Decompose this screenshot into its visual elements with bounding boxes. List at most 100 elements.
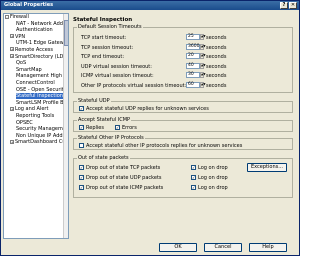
tree-item-label: Reporting Tools [16, 112, 55, 119]
icmp-replies-label: Replies [86, 125, 104, 131]
timeout-unit: seconds [206, 82, 227, 89]
log-on-drop-checkbox[interactable]: ✓ [191, 185, 196, 190]
category-tree[interactable]: - Firewall NAT - Network Address Authentica… [3, 13, 69, 239]
timeout-unit: seconds [206, 63, 227, 70]
tree-item[interactable]: NAT - Network Address [4, 21, 68, 28]
window-title: Global Properties [4, 2, 54, 8]
tree-item[interactable]: SmartLSM Profile Base [4, 100, 68, 107]
tree-scrollbar[interactable] [63, 14, 68, 238]
drop-checkbox[interactable]: ✓ [79, 165, 84, 170]
tree-item[interactable]: Management High Ava [4, 73, 68, 80]
scrollbar-thumb[interactable] [64, 20, 68, 46]
spin-icon[interactable]: ▲▼ [200, 81, 206, 88]
tree-item-label: SmartLSM Profile Base [16, 99, 69, 106]
tree-item-label: SmartDirectory (LDAP) [15, 53, 69, 60]
tree-item[interactable]: Stateful Inspection [4, 93, 68, 100]
icmp-errors-label: Errors [122, 125, 137, 131]
tree-item[interactable]: Security Management A [4, 126, 68, 133]
spin-icon[interactable]: ▲▼ [200, 34, 206, 40]
spin-icon[interactable]: ▲▼ [200, 53, 206, 59]
tree-item[interactable]: - Firewall [4, 14, 68, 21]
timeout-label: Other IP protocols virtual session timeo… [81, 82, 187, 89]
timeout-value-input[interactable]: 3600 [186, 43, 200, 50]
log-on-drop-label: Log on drop [198, 165, 228, 171]
timeout-value-input[interactable]: 25 [186, 34, 200, 40]
timeout-label: ICMP virtual session timeout: [81, 73, 154, 79]
log-on-drop-checkbox[interactable]: ✓ [191, 165, 196, 170]
expander-icon[interactable]: + [10, 34, 14, 39]
timeout-value-input[interactable]: 20 [186, 53, 200, 59]
cancel-button[interactable]: Cancel [204, 243, 242, 252]
timeout-unit: seconds [206, 73, 227, 79]
drop-label: Drop out of state TCP packets [86, 165, 161, 171]
tree-item[interactable]: +SmartDirectory (LDAP) [4, 54, 68, 61]
tree-item[interactable]: +VPN [4, 34, 68, 41]
tree-item-label: VPN [15, 33, 26, 40]
tree-item-label: Log and Alert [15, 106, 49, 113]
timeout-label: TCP session timeout: [81, 44, 134, 51]
drop-label: Drop out of state ICMP packets [86, 185, 164, 191]
timeout-label: TCP start timeout: [81, 35, 127, 41]
tree-item[interactable]: +SmartDashboard Custo [4, 139, 68, 146]
drop-checkbox[interactable]: ✓ [79, 185, 84, 190]
other-ip-replies-checkbox[interactable] [79, 143, 84, 148]
tree-item[interactable]: Authentication [4, 27, 68, 34]
icmp-errors-checkbox[interactable]: ✓ [115, 125, 120, 130]
log-on-drop-label: Log on drop [198, 185, 228, 191]
expander-icon[interactable]: + [10, 47, 14, 52]
icmp-replies-checkbox[interactable]: ✓ [79, 125, 84, 130]
title-bar: Global Properties ? ✕ [1, 1, 299, 10]
tree-item-label: ConnectControl [16, 79, 55, 86]
tree-item-label: NAT - Network Address [16, 20, 69, 27]
timeout-unit: seconds [206, 35, 227, 41]
help-button[interactable]: Help [249, 243, 287, 252]
stateful-inspection-panel: Stateful Inspection Default Session Time… [71, 13, 297, 239]
timeout-value-input[interactable]: 40 [186, 62, 200, 69]
icmp-group-label: Accept Stateful ICMP [77, 117, 132, 123]
tree-item[interactable]: OPSEC [4, 120, 68, 127]
exceptions-button[interactable]: Exceptions... [247, 163, 287, 172]
tree-item[interactable]: OSE - Open Security E [4, 87, 68, 94]
tree-item[interactable]: Reporting Tools [4, 113, 68, 120]
tree-item[interactable]: SmartMap [4, 67, 68, 74]
help-title-button[interactable]: ? [280, 2, 288, 9]
tree-item-label: UTM-1 Edge Gateway [16, 40, 69, 47]
tree-item[interactable]: Non Unique IP Address [4, 133, 68, 140]
timeout-value-input[interactable]: 30 [186, 72, 200, 78]
udp-replies-checkbox[interactable]: ✓ [79, 106, 84, 111]
tree-item[interactable]: ConnectControl [4, 80, 68, 87]
expander-icon[interactable]: + [10, 139, 14, 144]
tree-item[interactable]: +Remote Access [4, 47, 68, 54]
spin-icon[interactable]: ▲▼ [200, 43, 206, 50]
other-ip-replies-label: Accept stateful other IP protocols repli… [86, 143, 243, 149]
tree-item-label: SmartMap [16, 66, 42, 73]
timeouts-group-label: Default Session Timeouts [77, 24, 143, 30]
expander-icon[interactable]: + [10, 106, 14, 111]
spin-icon[interactable]: ▲▼ [200, 72, 206, 78]
drop-checkbox[interactable]: ✓ [79, 175, 84, 180]
tree-item-label: Remote Access [15, 46, 53, 53]
tree-item-label: SmartDashboard Custo [15, 139, 69, 146]
drop-label: Drop out of state UDP packets [86, 175, 162, 181]
oos-group-label: Out of state packets [77, 155, 130, 161]
log-on-drop-checkbox[interactable]: ✓ [191, 175, 196, 180]
expander-icon[interactable]: + [10, 54, 14, 59]
ok-button[interactable]: OK [159, 243, 197, 252]
timeout-value-input[interactable]: 60 [186, 81, 200, 88]
tree-item-label: Authentication [16, 27, 53, 34]
other-ip-group-label: Stateful Other IP Protocols [77, 135, 145, 141]
timeout-label: TCP end timeout: [81, 54, 125, 60]
tree-item-label: Management High Ava [16, 73, 69, 80]
spin-icon[interactable]: ▲▼ [200, 62, 206, 69]
tree-item-label: Security Management A [16, 126, 69, 133]
tree-item[interactable]: +Log and Alert [4, 106, 68, 113]
tree-item[interactable]: QoS [4, 60, 68, 67]
timeout-unit: seconds [206, 54, 227, 60]
page-title: Stateful Inspection [73, 17, 133, 23]
tree-item-label: OSE - Open Security E [16, 86, 69, 93]
close-title-button[interactable]: ✕ [289, 2, 297, 9]
global-properties-window: Global Properties ? ✕ - Firewall NAT - Net… [0, 0, 300, 256]
tree-item-label: QoS [16, 60, 27, 67]
expander-icon[interactable]: - [5, 14, 9, 19]
tree-item[interactable]: UTM-1 Edge Gateway [4, 40, 68, 47]
